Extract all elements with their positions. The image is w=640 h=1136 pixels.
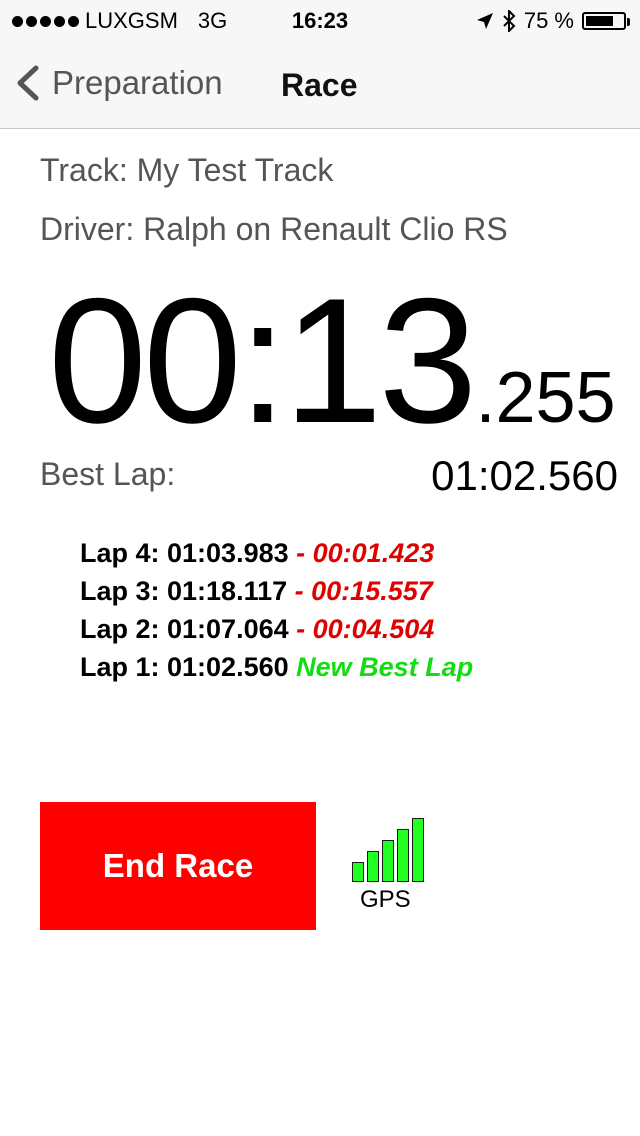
status-bar: LUXGSM 3G 16:23 75 %: [0, 0, 640, 40]
bluetooth-icon: [503, 10, 516, 32]
timer-main: 00:13: [48, 261, 477, 460]
status-right: 75 %: [476, 8, 630, 34]
lap-delta: - 00:15.557: [294, 576, 433, 606]
list-item: Lap 4: 01:03.983 - 00:01.423: [80, 534, 473, 572]
list-item: Lap 2: 01:07.064 - 00:04.504: [80, 610, 473, 648]
back-button-label: Preparation: [52, 64, 223, 101]
gps-signal-bar: [397, 829, 409, 882]
location-arrow-icon: [476, 13, 493, 29]
page-title: Race: [281, 67, 358, 103]
gps-indicator: GPS: [350, 818, 430, 914]
battery-percent: 75 %: [523, 8, 574, 33]
list-item: Lap 1: 01:02.560 New Best Lap: [80, 648, 473, 686]
track-info: Track: My Test Track: [40, 152, 334, 188]
battery-fill: [586, 16, 613, 26]
list-item: Lap 3: 01:18.117 - 00:15.557: [80, 572, 473, 610]
end-race-button[interactable]: End Race: [40, 802, 316, 930]
lap-label: Lap 3: 01:18.117: [80, 576, 288, 606]
gps-signal-bar: [352, 862, 364, 882]
lap-label: Lap 4: 01:03.983: [80, 538, 289, 568]
gps-signal-icon: [352, 818, 430, 882]
best-lap-value: 01:02.560: [431, 452, 618, 499]
lap-delta: - 00:04.504: [296, 614, 435, 644]
navigation-bar: Preparation Race: [0, 40, 640, 129]
lap-best-note: New Best Lap: [296, 652, 474, 682]
chevron-left-icon: [17, 65, 39, 101]
gps-signal-bar: [412, 818, 424, 882]
lap-label: Lap 2: 01:07.064: [80, 614, 289, 644]
battery-icon: [582, 12, 630, 30]
lap-label: Lap 1: 01:02.560: [80, 652, 289, 682]
best-lap-label: Best Lap:: [40, 456, 176, 492]
gps-label: GPS: [360, 886, 411, 913]
driver-info: Driver: Ralph on Renault Clio RS: [40, 211, 508, 247]
lap-list: Lap 4: 01:03.983 - 00:01.423 Lap 3: 01:1…: [80, 534, 473, 686]
gps-signal-bar: [367, 851, 379, 882]
lap-delta: - 00:01.423: [296, 538, 435, 568]
gps-signal-bar: [382, 840, 394, 882]
timer-milliseconds: .255: [475, 358, 616, 438]
race-timer: 00:13.255: [48, 272, 616, 450]
back-button[interactable]: Preparation: [14, 64, 223, 102]
